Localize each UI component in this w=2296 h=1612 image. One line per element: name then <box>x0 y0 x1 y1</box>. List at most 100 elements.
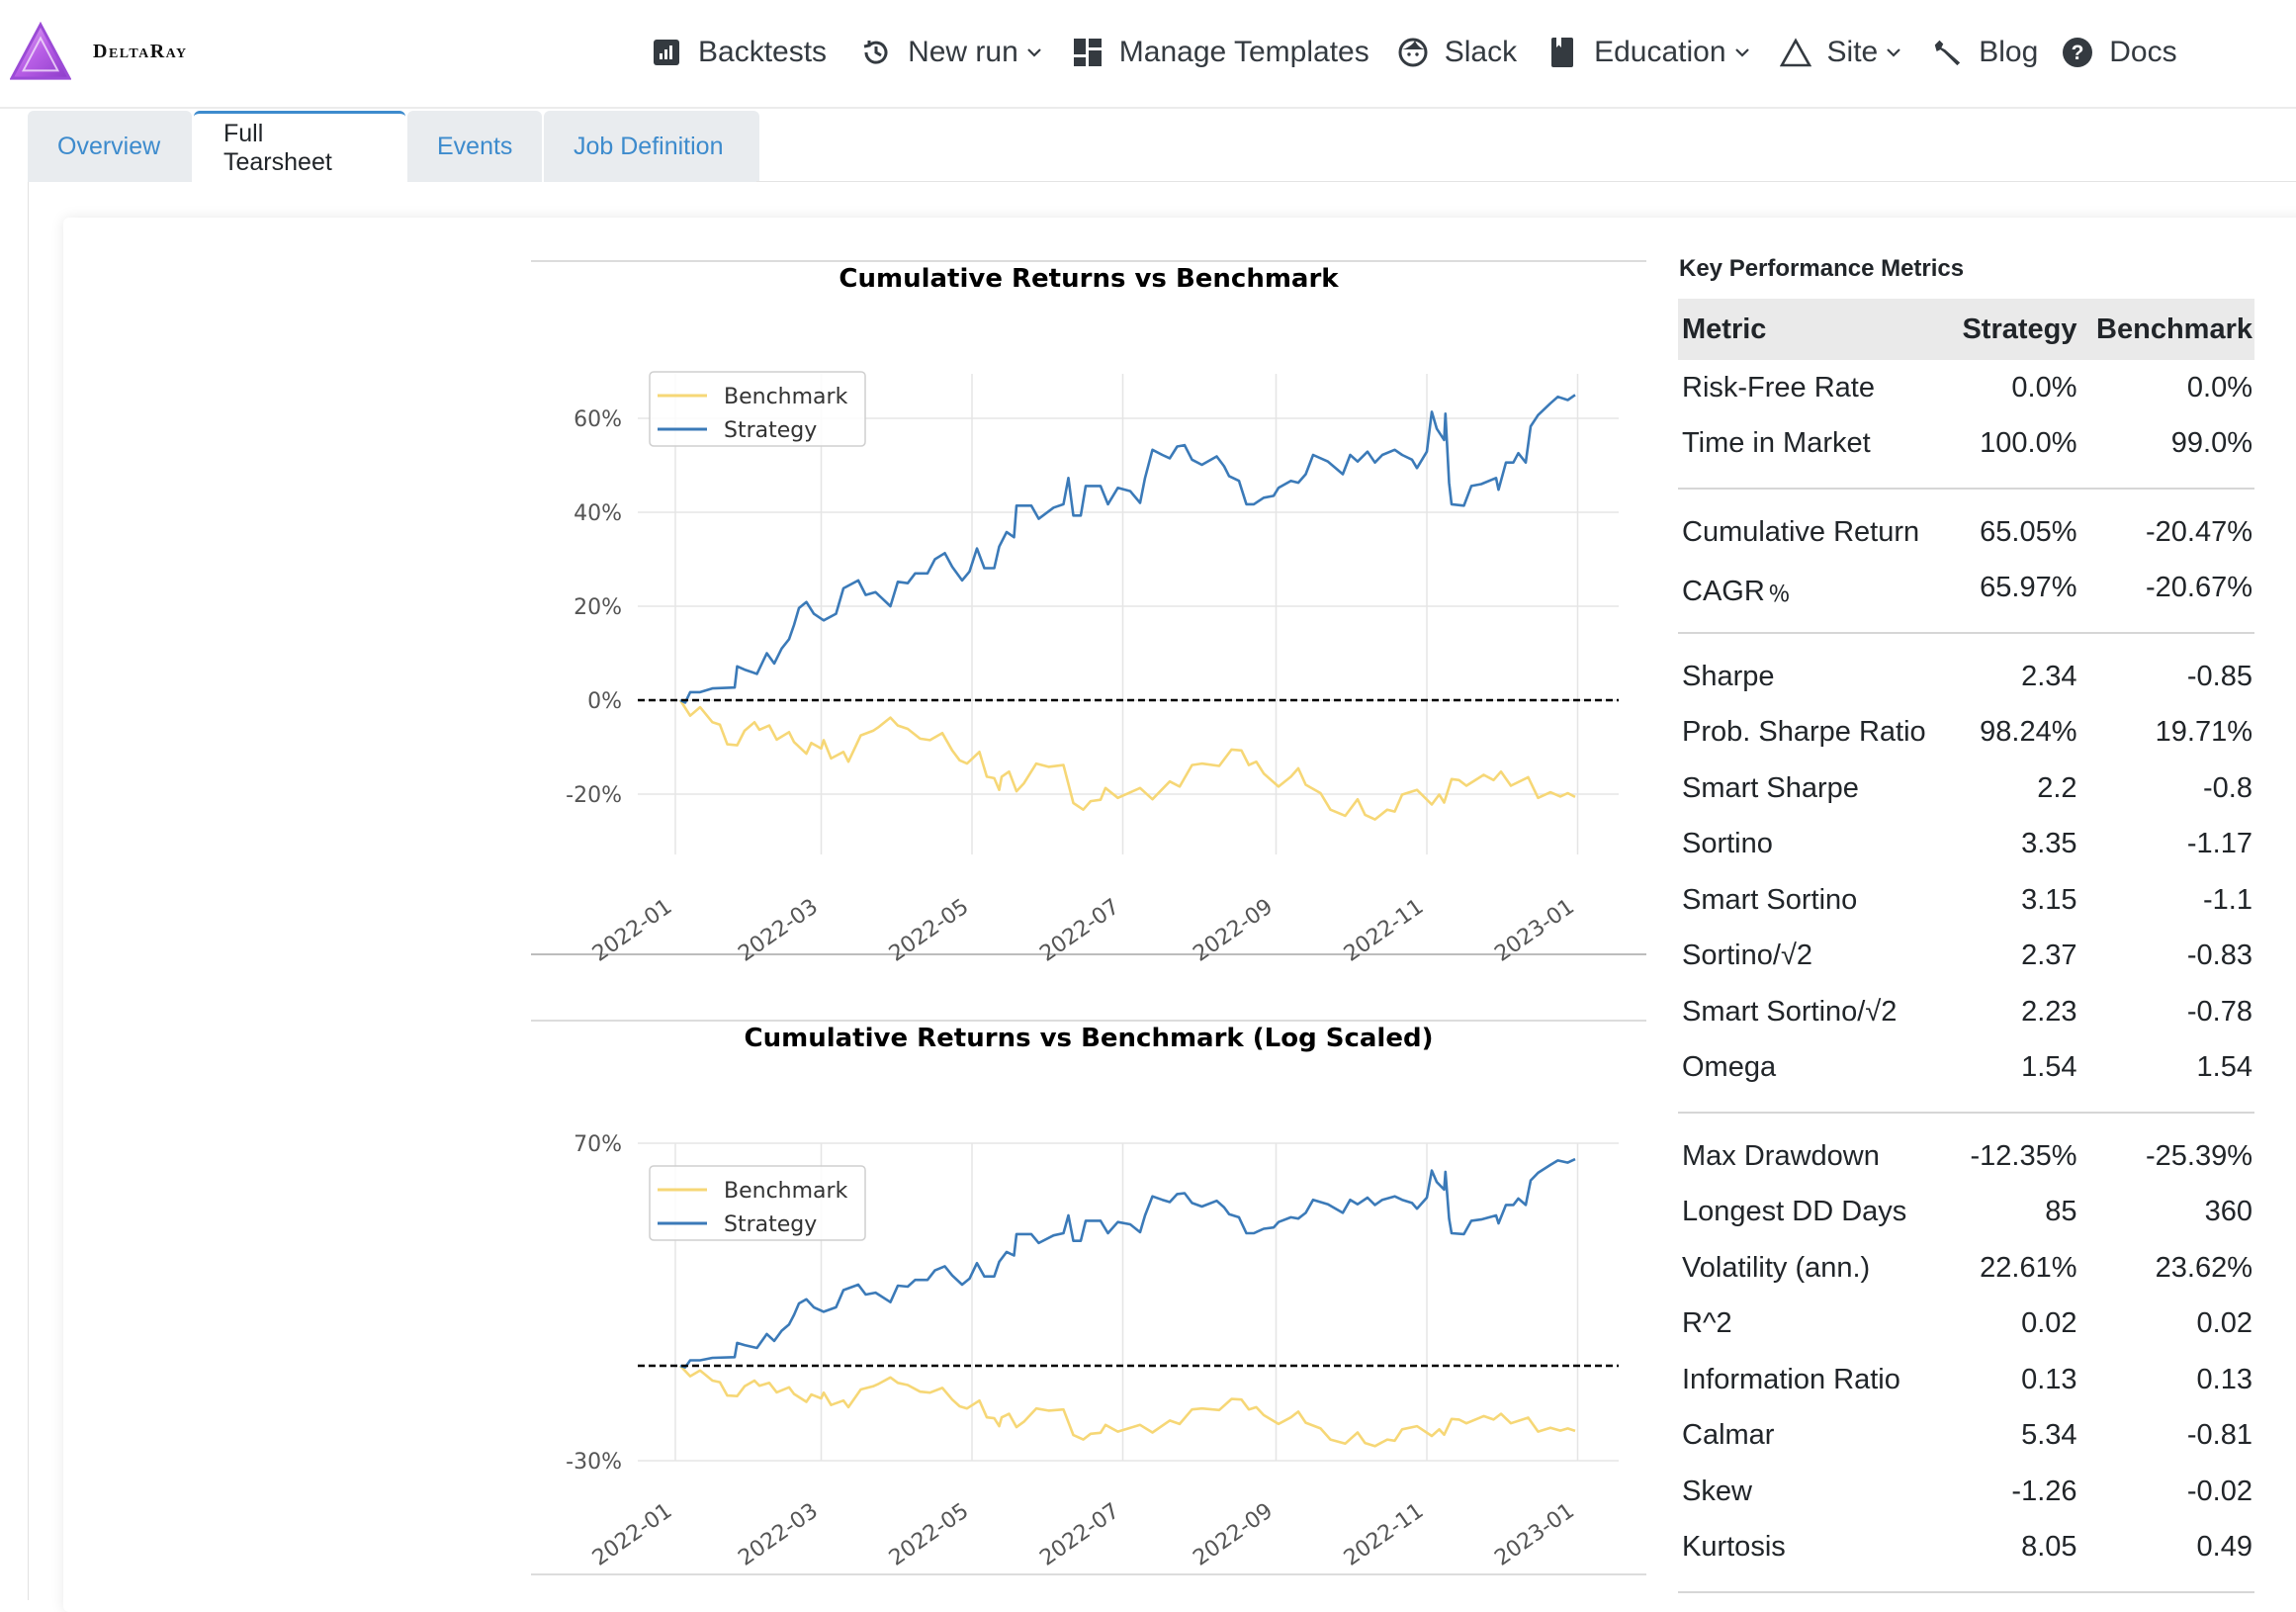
metric-label: R^2 <box>1682 1307 1732 1340</box>
main-nav: Backtests New run Manage Templates Slack <box>651 30 2177 75</box>
metric-row: Skew -1.26 -0.02 <box>1678 1464 2254 1520</box>
strategy-value: -1.26 <box>2011 1475 2077 1507</box>
separator-line <box>1678 631 2254 634</box>
y-tick-label: -20% <box>566 783 622 808</box>
strategy-value: -12.35% <box>1970 1139 2077 1172</box>
benchmark-value: -1.1 <box>2203 883 2252 916</box>
nav-backtests[interactable]: Backtests <box>651 36 827 69</box>
tab-bar: Overview Full Tearsheet Events Job Defin… <box>28 111 761 182</box>
benchmark-value: 0.0% <box>2186 371 2252 403</box>
metric-row: Max Drawdown -12.35% -25.39% <box>1678 1128 2254 1185</box>
metric-label: Kurtosis <box>1682 1531 1786 1564</box>
benchmark-value: -0.02 <box>2186 1475 2252 1507</box>
benchmark-value: 1.54 <box>2196 1051 2252 1084</box>
tab-job-definition[interactable]: Job Definition <box>544 111 759 182</box>
brand-name: DeltaRay <box>93 40 188 62</box>
strategy-value: 5.34 <box>2021 1419 2077 1452</box>
tab-full-tearsheet[interactable]: Full Tearsheet <box>194 111 405 182</box>
tab-events[interactable]: Events <box>407 111 542 182</box>
x-tick-label: 2022-07 <box>1035 1498 1124 1570</box>
metric-row: Prob. Sharpe Ratio 98.24% 19.71% <box>1678 705 2254 761</box>
nav-new-run[interactable]: New run <box>860 36 1042 69</box>
tab-job-definition-label: Job Definition <box>574 132 724 160</box>
metrics-table: Metric Strategy Benchmark Risk-Free Rate… <box>1678 299 2254 1608</box>
benchmark-line <box>679 1365 1576 1448</box>
nav-blog-label: Blog <box>1979 36 2039 68</box>
nav-docs[interactable]: ? Docs <box>2062 36 2177 69</box>
metric-row: CAGR﹪ 65.97% -20.67% <box>1678 561 2254 617</box>
benchmark-value: 23.62% <box>2155 1251 2252 1284</box>
separator-line <box>1678 1111 2254 1114</box>
navbar: DeltaRay Backtests New run Manage Templa… <box>0 0 2296 109</box>
separator-cell <box>1678 472 2254 504</box>
metrics-header-row: Metric Strategy Benchmark <box>1678 299 2254 360</box>
nav-education[interactable]: Education <box>1546 36 1749 69</box>
benchmark-value: -0.85 <box>2186 660 2252 692</box>
x-tick-label: 2022-05 <box>885 1498 974 1570</box>
separator-cell <box>1678 1096 2254 1128</box>
nav-docs-label: Docs <box>2109 36 2177 68</box>
benchmark-value: -20.67% <box>2145 572 2252 604</box>
legend-label-benchmark: Benchmark <box>724 385 848 409</box>
metric-row: Smart Sharpe 2.2 -0.8 <box>1678 761 2254 817</box>
header-strategy: Strategy <box>1948 299 2079 360</box>
strategy-value: 0.13 <box>2021 1363 2077 1395</box>
benchmark-line <box>678 699 1576 821</box>
metric-label: Calmar <box>1682 1419 1775 1452</box>
metric-row: Sortino 3.35 -1.17 <box>1678 817 2254 873</box>
chevron-down-icon <box>1734 45 1750 60</box>
question-circle-icon: ? <box>2062 37 2093 68</box>
header-metric: Metric <box>1678 299 1949 360</box>
chart-cumulative-returns-plot: 2022-01 2022-03 2022-05 2022-07 2022-09 2022-… <box>566 371 1619 967</box>
benchmark-value: -0.81 <box>2186 1419 2252 1452</box>
legend: Benchmark Strategy <box>649 1165 866 1241</box>
y-tick-label: 70% <box>574 1132 622 1157</box>
metric-row: Information Ratio 0.13 0.13 <box>1678 1352 2254 1408</box>
legend-label-benchmark: Benchmark <box>724 1179 848 1204</box>
strategy-value: 65.97% <box>1980 572 2077 604</box>
nav-blog[interactable]: Blog <box>1931 36 2038 69</box>
benchmark-value: -0.78 <box>2186 995 2252 1028</box>
tab-overview-label: Overview <box>57 132 161 160</box>
metrics-separator <box>1678 472 2254 504</box>
x-tick-label: 2023-01 <box>1490 1498 1579 1570</box>
strategy-value: 85 <box>2045 1196 2077 1228</box>
nav-education-label: Education <box>1594 36 1726 68</box>
strategy-value: 0.02 <box>2021 1307 2077 1340</box>
nav-slack-label: Slack <box>1444 36 1518 68</box>
metric-label: Omega <box>1682 1051 1777 1084</box>
chart-cumulative-returns-log-plot: 2022-01 2022-03 2022-05 2022-07 2022-09 2022-… <box>566 1132 1619 1571</box>
strategy-value: 3.35 <box>2021 828 2077 860</box>
wrench-icon <box>1931 37 1963 68</box>
separator-line <box>1678 487 2254 490</box>
dashboard-icon <box>1072 37 1104 68</box>
nav-manage-templates[interactable]: Manage Templates <box>1072 36 1369 69</box>
tab-events-label: Events <box>437 132 513 160</box>
metric-label: Longest DD Days <box>1682 1196 1907 1228</box>
brand[interactable]: DeltaRay <box>10 20 188 83</box>
face-icon <box>1397 37 1429 68</box>
metric-label: Smart Sortino <box>1682 883 1858 916</box>
metrics-separator <box>1678 1096 2254 1128</box>
benchmark-value: -0.8 <box>2203 771 2252 804</box>
metric-label: CAGR﹪ <box>1682 575 1794 607</box>
strategy-value: 98.24% <box>1980 716 2077 749</box>
nav-site[interactable]: Site <box>1779 36 1902 69</box>
metric-label: Prob. Sharpe Ratio <box>1682 716 1926 749</box>
metric-label: Volatility (ann.) <box>1682 1251 1871 1284</box>
benchmark-value: 0.02 <box>2196 1307 2252 1340</box>
x-tick-label: 2022-01 <box>588 1498 677 1570</box>
separator-cell <box>1678 616 2254 649</box>
tab-overview[interactable]: Overview <box>28 111 192 182</box>
nav-manage-templates-label: Manage Templates <box>1118 36 1369 68</box>
legend: Benchmark Strategy <box>649 371 866 447</box>
benchmark-value: -20.47% <box>2145 515 2252 548</box>
metric-row: Longest DD Days 85 360 <box>1678 1185 2254 1241</box>
strategy-value: 0.0% <box>2011 371 2077 403</box>
chevron-down-icon <box>1026 45 1042 60</box>
metrics-separator <box>1678 616 2254 649</box>
benchmark-value: 19.71% <box>2155 716 2252 749</box>
nav-slack[interactable]: Slack <box>1397 36 1517 69</box>
metric-row: Calmar 5.34 -0.81 <box>1678 1408 2254 1465</box>
strategy-value: 1.54 <box>2021 1051 2077 1084</box>
